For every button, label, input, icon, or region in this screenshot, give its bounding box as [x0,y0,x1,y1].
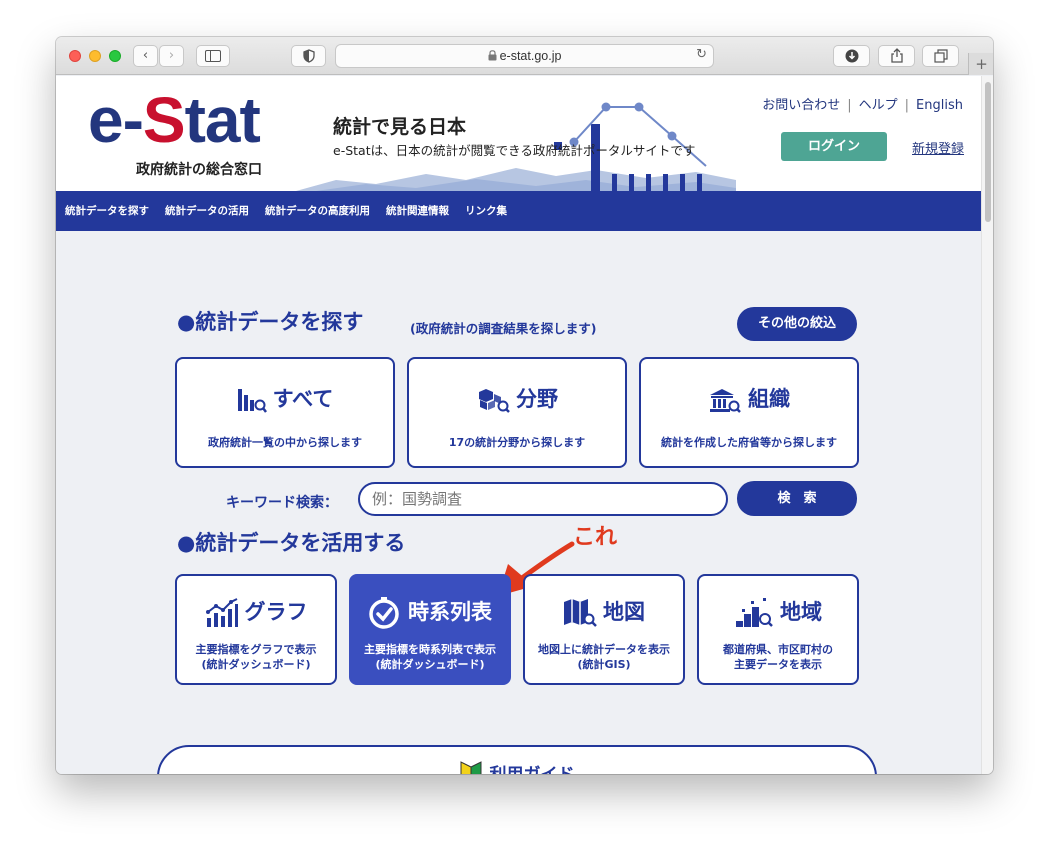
header-links: お問い合わせ | ヘルプ | English [762,94,963,113]
usage-guide-label: 利用ガイド [490,765,575,774]
other-filters-button[interactable]: その他の絞込 [737,307,857,341]
link-separator: | [904,98,910,113]
download-icon [845,49,858,63]
forward-button[interactable]: › [159,45,184,67]
downloads-button[interactable] [833,45,870,67]
use-card-graph-title: グラフ [244,600,308,624]
chevron-left-icon: ‹ [142,48,149,63]
nav-item-use-data[interactable]: 統計データの活用 [165,191,249,231]
lock-icon [488,50,497,61]
keyword-search-label: キーワード検索： [226,495,338,511]
nav-item-find-data[interactable]: 統計データを探す [65,191,149,231]
shield-icon [302,49,315,63]
use-card-graph-desc2: (統計ダッシュボード) [201,658,311,671]
sidebar-button[interactable] [196,45,230,67]
plus-icon: + [975,55,988,73]
title-bar: ‹ › e-stat.go.jp ↻ + [56,37,993,75]
use-section-title: ●統計データを活用する [177,531,406,555]
minimize-window-button[interactable] [89,50,101,62]
search-section-title: ●統計データを探す [177,310,364,334]
use-card-graph[interactable]: グラフ 主要指標をグラフで表示 (統計ダッシュボード) [175,574,337,685]
register-link[interactable]: 新規登録 [912,138,964,157]
clock-check-icon [369,597,399,629]
web-page: e-Stat 政府統計の総合窓口 統計で見る日本 e-Statは、日本の統計が閲… [56,76,981,774]
search-card-all[interactable]: すべて 政府統計一覧の中から探します [175,357,395,468]
search-card-field-desc: 17の統計分野から探します [448,436,586,449]
tabs-overview-button[interactable] [922,45,959,67]
use-card-time-series[interactable]: 時系列表 主要指標を時系列表で表示 (統計ダッシュボード) [349,574,511,685]
search-card-field[interactable]: 分野 17の統計分野から探します [407,357,627,468]
search-card-field-title: 分野 [516,387,558,411]
graph-icon [205,598,238,627]
nav-item-links[interactable]: リンク集 [465,191,507,231]
help-link[interactable]: ヘルプ [859,98,898,113]
cubes-search-icon [479,389,510,413]
use-card-region-desc1: 都道府県、市区町村の [723,643,833,656]
building-search-icon [710,389,741,413]
keyword-search-input[interactable] [358,482,728,516]
beginner-mark-icon [460,761,481,774]
browser-window: ‹ › e-stat.go.jp ↻ + e-Stat 政府統計の総合窓口 統計… [56,37,993,774]
nav-item-advanced-use[interactable]: 統計データの高度利用 [265,191,370,231]
english-link[interactable]: English [916,98,963,113]
nav-item-related-info[interactable]: 統計関連情報 [386,191,449,231]
region-stairs-icon [736,598,773,627]
use-card-region-title: 地域 [780,600,822,624]
privacy-report-button[interactable] [291,45,326,67]
estat-logo[interactable]: e-Stat [88,88,261,152]
search-button[interactable]: 検 索 [737,481,857,516]
close-window-button[interactable] [69,50,81,62]
page-scrollbar[interactable] [981,76,993,774]
search-card-organization-title: 組織 [748,387,790,411]
search-card-organization[interactable]: 組織 統計を作成した府省等から探します [639,357,859,468]
link-separator: | [847,98,852,113]
use-card-graph-desc1: 主要指標をグラフで表示 [195,643,317,656]
share-button[interactable] [878,45,915,67]
use-card-time-series-title: 時系列表 [408,600,492,624]
chevron-right-icon: › [168,48,175,63]
search-section-subtitle: (政府統計の調査結果を探します) [410,321,597,336]
map-search-icon [564,599,597,627]
site-header: e-Stat 政府統計の総合窓口 統計で見る日本 e-Statは、日本の統計が閲… [56,76,981,191]
new-tab-button[interactable]: + [968,53,993,75]
logo-suffix: tat [184,84,261,156]
zoom-window-button[interactable] [109,50,121,62]
search-card-organization-desc: 統計を作成した府省等から探します [661,436,837,449]
address-bar[interactable]: e-stat.go.jp ↻ [335,44,714,68]
use-card-map-title: 地図 [603,600,645,624]
url-text: e-stat.go.jp [499,49,562,63]
logo-prefix: e- [88,84,144,156]
tabs-icon [933,49,948,63]
login-button[interactable]: ログイン [781,132,887,161]
logo-subtitle: 政府統計の総合窓口 [136,162,262,178]
search-card-all-desc: 政府統計一覧の中から探します [208,436,362,449]
url-display: e-stat.go.jp [336,45,713,67]
usage-guide-button[interactable]: 利用ガイド [157,745,877,774]
main-nav: 統計データを探す 統計データの活用 統計データの高度利用 統計関連情報 リンク集 [56,191,981,231]
logo-s: S [142,84,186,156]
use-card-region[interactable]: 地域 都道府県、市区町村の 主要データを表示 [697,574,859,685]
sidebar-icon [205,50,221,62]
reload-icon[interactable]: ↻ [696,47,707,62]
contact-link[interactable]: お問い合わせ [762,98,840,113]
search-card-all-title: すべて [272,387,334,411]
scrollbar-thumb[interactable] [985,82,991,222]
use-card-map-desc1: 地図上に統計データを表示 [538,643,670,656]
use-card-map[interactable]: 地図 地図上に統計データを表示 (統計GIS) [523,574,685,685]
use-card-region-desc2: 主要データを表示 [734,658,822,671]
site-title: 統計で見る日本 [333,116,467,138]
use-card-time-series-desc2: (統計ダッシュボード) [375,658,485,671]
share-icon [890,48,903,63]
back-button[interactable]: ‹ [133,45,158,67]
use-card-time-series-desc1: 主要指標を時系列表で表示 [364,643,496,656]
use-card-map-desc2: (統計GIS) [577,658,631,671]
bar-chart-search-icon [237,389,267,413]
site-description: e-Statは、日本の統計が閲覧できる政府統計ポータルサイトです [333,143,696,158]
